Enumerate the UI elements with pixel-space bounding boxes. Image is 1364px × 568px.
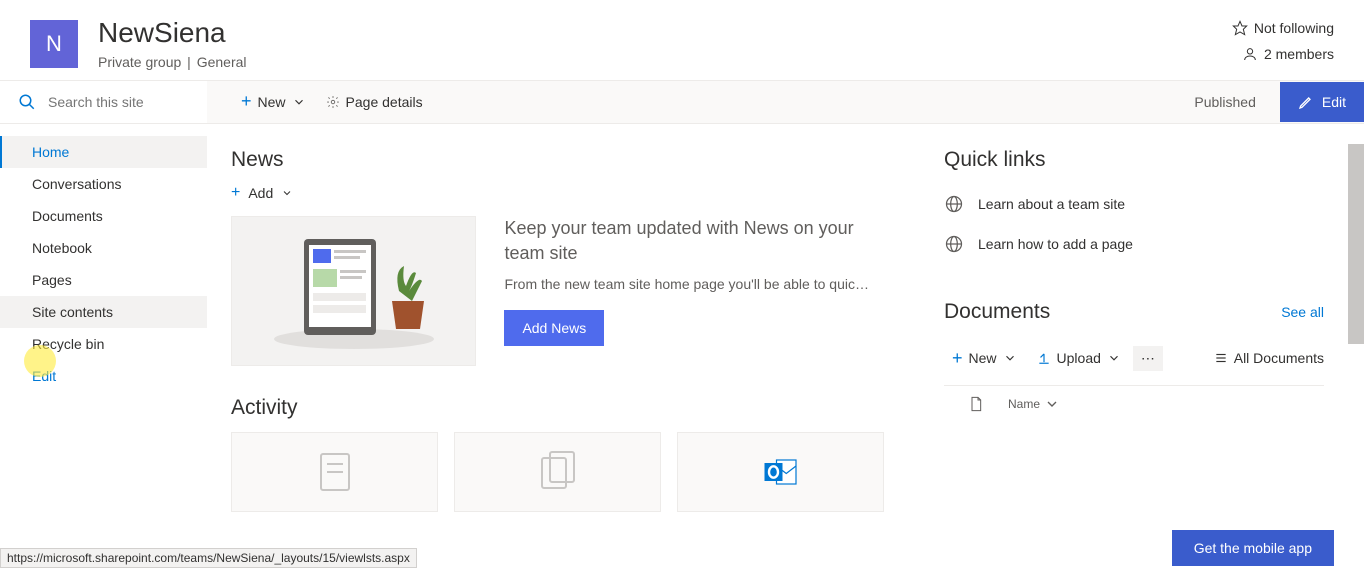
news-promo-title: Keep your team updated with News on your… xyxy=(504,216,884,266)
get-mobile-app-button[interactable]: Get the mobile app xyxy=(1172,530,1334,566)
nav-site-contents[interactable]: Site contents xyxy=(0,296,207,328)
page-details-label: Page details xyxy=(346,94,423,110)
body: Home Conversations Documents Notebook Pa… xyxy=(0,124,1364,544)
chevron-down-icon xyxy=(292,95,306,109)
docs-more-button[interactable]: ⋯ xyxy=(1133,346,1163,371)
chevron-down-icon xyxy=(1003,351,1017,365)
site-info: NewSiena Private group | General xyxy=(98,16,1232,70)
site-header: N NewSiena Private group | General Not f… xyxy=(0,0,1364,80)
activity-card[interactable] xyxy=(231,432,438,512)
docs-upload-label: Upload xyxy=(1057,350,1101,366)
tablet-plant-illustration xyxy=(264,231,444,351)
nav-documents[interactable]: Documents xyxy=(0,200,207,232)
search-icon xyxy=(18,93,36,111)
news-title: News xyxy=(231,148,884,172)
pages-icon xyxy=(534,448,582,496)
gear-icon xyxy=(326,95,340,109)
status-bar-url: https://microsoft.sharepoint.com/teams/N… xyxy=(0,548,417,568)
pencil-icon xyxy=(1298,94,1314,110)
main-column: News + Add xyxy=(231,148,884,544)
members-link[interactable]: 2 members xyxy=(1242,46,1334,62)
scrollbar[interactable] xyxy=(1348,144,1364,344)
column-name-label: Name xyxy=(1008,397,1040,411)
nav-notebook[interactable]: Notebook xyxy=(0,232,207,264)
documents-columns: Name xyxy=(944,385,1324,422)
header-actions: Not following 2 members xyxy=(1232,16,1334,62)
left-nav: Home Conversations Documents Notebook Pa… xyxy=(0,124,207,544)
activity-card[interactable] xyxy=(454,432,661,512)
page-details-button[interactable]: Page details xyxy=(316,81,433,123)
search-box[interactable] xyxy=(0,81,207,123)
command-bar-right: Published Edit xyxy=(1194,82,1364,122)
file-icon xyxy=(968,396,984,412)
site-title[interactable]: NewSiena xyxy=(98,16,1232,50)
command-bar-main: + New Page details Published Edit xyxy=(207,81,1364,123)
page-icon xyxy=(311,448,359,496)
ellipsis-icon: ⋯ xyxy=(1141,350,1155,366)
outlook-icon xyxy=(763,454,799,490)
new-button[interactable]: + New xyxy=(231,81,316,123)
edit-label: Edit xyxy=(1322,94,1346,110)
docs-view-label: All Documents xyxy=(1234,350,1324,366)
activity-row xyxy=(231,432,884,512)
nav-home[interactable]: Home xyxy=(0,136,207,168)
nav-edit[interactable]: Edit xyxy=(0,360,207,392)
quicklinks-title: Quick links xyxy=(944,148,1324,172)
documents-header: Documents See all xyxy=(944,300,1324,324)
documents-section: Documents See all + New Upload xyxy=(944,300,1324,422)
add-news-link[interactable]: + Add xyxy=(231,184,293,202)
see-all-link[interactable]: See all xyxy=(1281,304,1324,320)
content-area: News + Add xyxy=(207,124,1364,544)
separator: | xyxy=(187,54,191,70)
news-promo-body: From the new team site home page you'll … xyxy=(504,276,884,292)
group-type: Private group xyxy=(98,54,181,70)
nav-conversations[interactable]: Conversations xyxy=(0,168,207,200)
upload-icon xyxy=(1037,351,1051,365)
add-label: Add xyxy=(248,185,273,201)
news-illustration xyxy=(231,216,476,366)
star-icon xyxy=(1232,20,1248,36)
quicklink-label: Learn how to add a page xyxy=(978,236,1133,252)
plus-icon: + xyxy=(241,91,252,112)
new-label: New xyxy=(258,94,286,110)
chevron-down-icon xyxy=(281,187,293,199)
plus-icon: + xyxy=(231,184,240,202)
site-logo[interactable]: N xyxy=(30,20,78,68)
documents-title: Documents xyxy=(944,300,1050,324)
channel-name[interactable]: General xyxy=(197,54,247,70)
docs-upload-button[interactable]: Upload xyxy=(1029,346,1129,370)
documents-toolbar: + New Upload ⋯ All Documents xyxy=(944,338,1324,379)
docs-new-button[interactable]: + New xyxy=(944,344,1025,373)
list-icon xyxy=(1214,351,1228,365)
docs-view-button[interactable]: All Documents xyxy=(1214,350,1324,366)
nav-pages[interactable]: Pages xyxy=(0,264,207,296)
activity-title: Activity xyxy=(231,396,884,420)
nav-recycle-bin[interactable]: Recycle bin xyxy=(0,328,207,360)
members-label: 2 members xyxy=(1264,46,1334,62)
globe-icon xyxy=(944,194,964,214)
quicklink-label: Learn about a team site xyxy=(978,196,1125,212)
quicklink-item[interactable]: Learn how to add a page xyxy=(944,224,1324,264)
quicklink-item[interactable]: Learn about a team site xyxy=(944,184,1324,224)
follow-toggle[interactable]: Not following xyxy=(1232,20,1334,36)
quicklinks-list: Learn about a team site Learn how to add… xyxy=(944,184,1324,264)
follow-label: Not following xyxy=(1254,20,1334,36)
activity-card[interactable] xyxy=(677,432,884,512)
edit-page-button[interactable]: Edit xyxy=(1280,82,1364,122)
command-bar: + New Page details Published Edit xyxy=(0,80,1364,124)
site-subtitle: Private group | General xyxy=(98,54,1232,70)
docs-new-label: New xyxy=(969,350,997,366)
chevron-down-icon xyxy=(1107,351,1121,365)
news-text: Keep your team updated with News on your… xyxy=(504,216,884,346)
published-label: Published xyxy=(1194,94,1266,110)
news-row: Keep your team updated with News on your… xyxy=(231,216,884,366)
plus-icon: + xyxy=(952,348,963,369)
person-icon xyxy=(1242,46,1258,62)
search-input[interactable] xyxy=(48,94,188,110)
chevron-down-icon xyxy=(1044,396,1060,412)
column-name[interactable]: Name xyxy=(1008,396,1060,412)
add-news-button[interactable]: Add News xyxy=(504,310,604,346)
side-column: Quick links Learn about a team site Lear… xyxy=(944,148,1324,544)
globe-icon xyxy=(944,234,964,254)
